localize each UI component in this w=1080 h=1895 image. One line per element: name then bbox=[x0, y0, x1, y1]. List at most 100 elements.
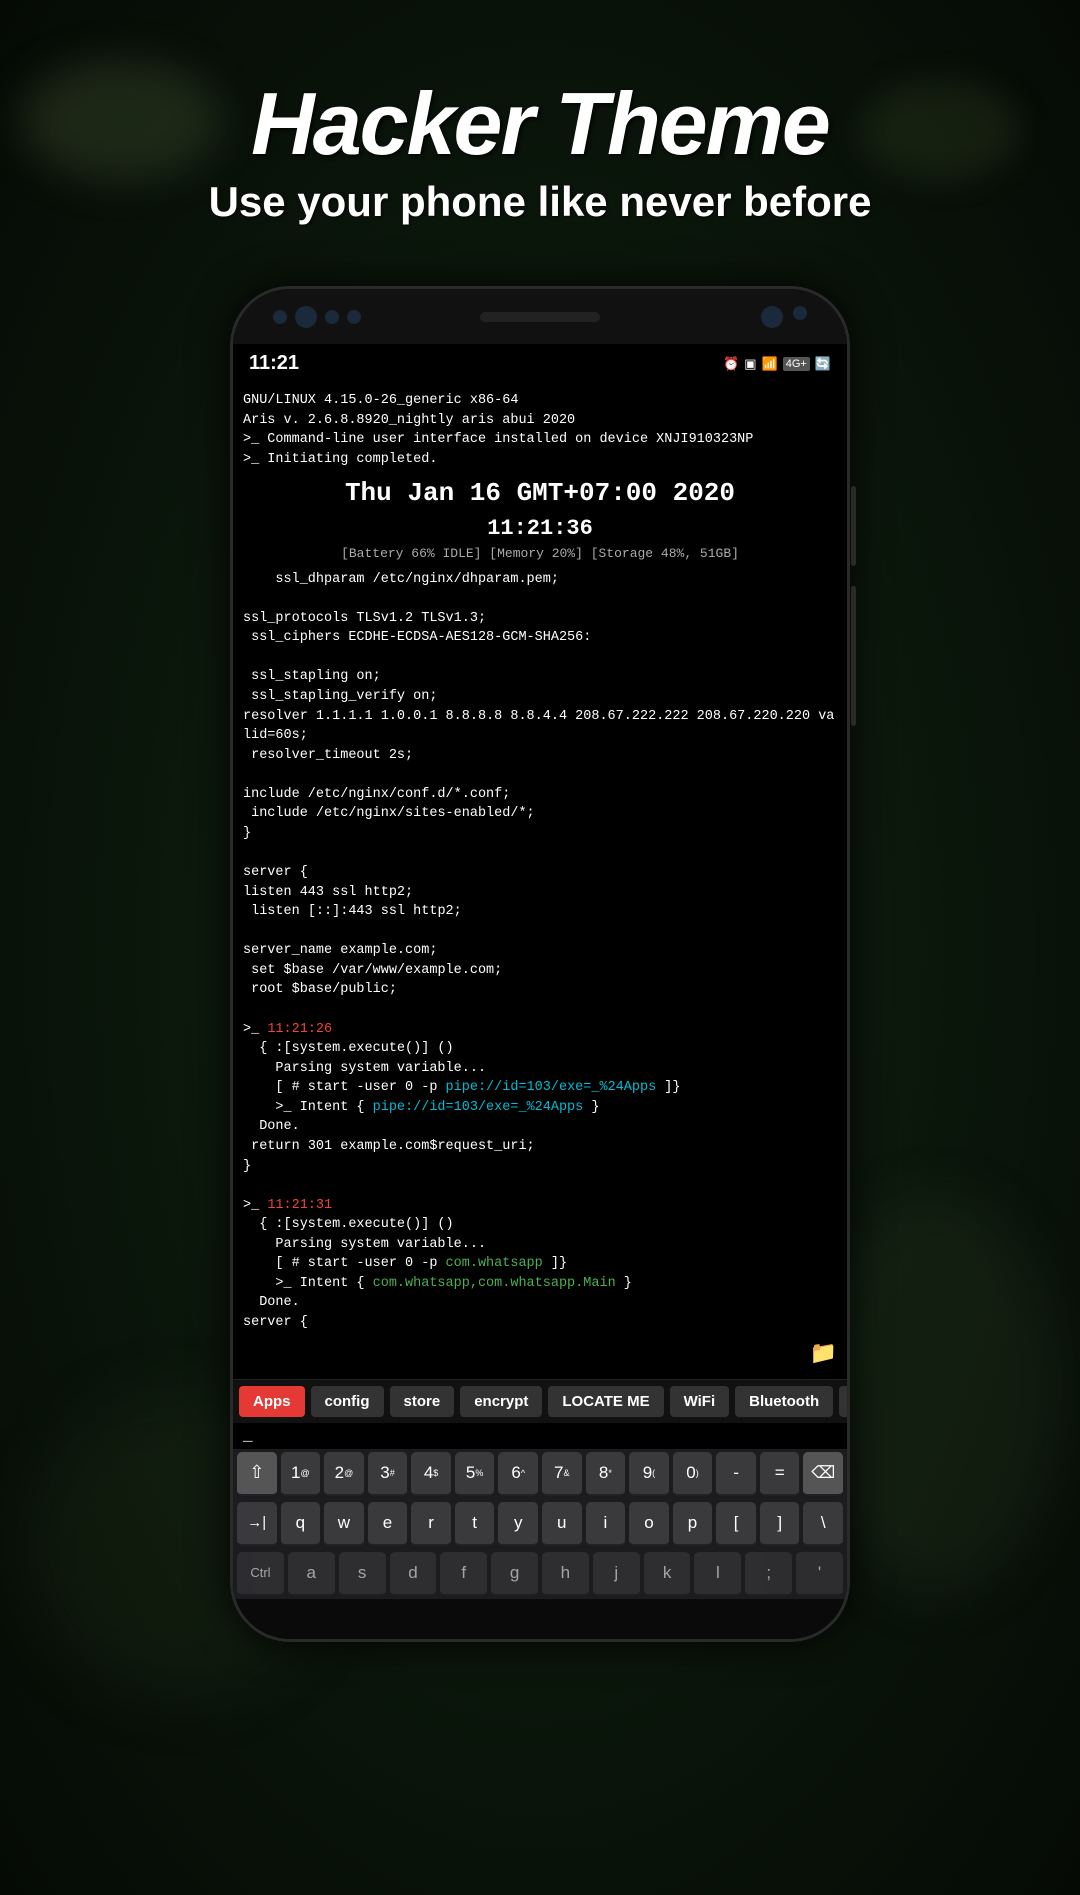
dot-3 bbox=[325, 310, 339, 324]
kb-row-numbers: ⇧ 1@ 2@ 3# 4$ 5% 6^ 7& 8* 9( 0) - = ⌫ bbox=[233, 1449, 847, 1499]
kb-g[interactable]: g bbox=[491, 1552, 538, 1596]
terminal-line-init: >_ Initiating completed. bbox=[243, 450, 837, 470]
ssl-dhparam: ssl_dhparam /etc/nginx/dhparam.pem; bbox=[243, 570, 837, 590]
kb-8[interactable]: 8* bbox=[586, 1452, 626, 1496]
kb-1[interactable]: 1@ bbox=[281, 1452, 321, 1496]
kb-f[interactable]: f bbox=[440, 1552, 487, 1596]
kb-6[interactable]: 6^ bbox=[498, 1452, 538, 1496]
tab-encrypt[interactable]: encrypt bbox=[460, 1386, 542, 1417]
datetime-info: [Battery 66% IDLE] [Memory 20%] [Storage… bbox=[243, 545, 837, 564]
kb-o[interactable]: o bbox=[629, 1502, 669, 1546]
dot-1 bbox=[273, 310, 287, 324]
tab-bluetooth[interactable]: Bluetooth bbox=[735, 1386, 833, 1417]
set-base: set $base /var/www/example.com; bbox=[243, 961, 837, 981]
tab-wifi[interactable]: WiFi bbox=[670, 1386, 730, 1417]
kb-u[interactable]: u bbox=[542, 1502, 582, 1546]
server-open: server { bbox=[243, 863, 837, 883]
kb-ctrl[interactable]: Ctrl bbox=[237, 1552, 284, 1596]
kb-y[interactable]: y bbox=[498, 1502, 538, 1546]
terminal-line-os: GNU/LINUX 4.15.0-26_generic x86-64 bbox=[243, 391, 837, 411]
tab-store[interactable]: store bbox=[390, 1386, 455, 1417]
network-icon: 4G+ bbox=[783, 357, 810, 371]
resolver-timeout: resolver_timeout 2s; bbox=[243, 746, 837, 766]
session1-done: Done. bbox=[243, 1117, 837, 1137]
blank1 bbox=[243, 589, 837, 609]
folder-icon[interactable]: 📁 bbox=[810, 1339, 837, 1371]
kb-k[interactable]: k bbox=[644, 1552, 691, 1596]
kb-j[interactable]: j bbox=[593, 1552, 640, 1596]
tab-tora[interactable]: tora bbox=[839, 1386, 847, 1417]
kb-r[interactable]: r bbox=[411, 1502, 451, 1546]
session1-return: return 301 example.com$request_uri; bbox=[243, 1137, 837, 1157]
ssl-protocols: ssl_protocols TLSv1.2 TLSv1.3; bbox=[243, 609, 837, 629]
kb-s[interactable]: s bbox=[339, 1552, 386, 1596]
kb-9[interactable]: 9( bbox=[629, 1452, 669, 1496]
kb-equals[interactable]: = bbox=[760, 1452, 800, 1496]
kb-2[interactable]: 2@ bbox=[324, 1452, 364, 1496]
tab-bar: Apps config store encrypt LOCATE ME WiFi… bbox=[233, 1379, 847, 1423]
kb-lbracket[interactable]: [ bbox=[716, 1502, 756, 1546]
kb-7[interactable]: 7& bbox=[542, 1452, 582, 1496]
kb-i[interactable]: i bbox=[586, 1502, 626, 1546]
blank3 bbox=[243, 765, 837, 785]
side-button-power[interactable] bbox=[851, 486, 856, 566]
kb-5[interactable]: 5% bbox=[455, 1452, 495, 1496]
kb-shift-key[interactable]: ⇧ bbox=[237, 1452, 277, 1496]
kb-e[interactable]: e bbox=[368, 1502, 408, 1546]
kb-h[interactable]: h bbox=[542, 1552, 589, 1596]
status-time: 11:21 bbox=[249, 352, 299, 375]
session1-prompt: >_ 11:21:26 bbox=[243, 1020, 837, 1040]
close-brace1: } bbox=[243, 824, 837, 844]
kb-4[interactable]: 4$ bbox=[411, 1452, 451, 1496]
keyboard-area: ⇧ 1@ 2@ 3# 4$ 5% 6^ 7& 8* 9( 0) - = ⌫ bbox=[233, 1449, 847, 1599]
status-bar: 11:21 ⏰ ▣ 📶 4G+ 🔄 bbox=[233, 344, 847, 383]
camera-dots bbox=[273, 306, 361, 328]
server-name: server_name example.com; bbox=[243, 941, 837, 961]
session1-start: [ # start -user 0 -p pipe://id=103/exe=_… bbox=[243, 1078, 837, 1098]
kb-p[interactable]: p bbox=[673, 1502, 713, 1546]
kb-q[interactable]: q bbox=[281, 1502, 321, 1546]
kb-l[interactable]: l bbox=[694, 1552, 741, 1596]
ssl-stapling: ssl_stapling on; bbox=[243, 667, 837, 687]
include-conf: include /etc/nginx/conf.d/*.conf; bbox=[243, 785, 837, 805]
kb-minus[interactable]: - bbox=[716, 1452, 756, 1496]
status-icons: ⏰ ▣ 📶 4G+ 🔄 bbox=[723, 356, 831, 372]
phone-top-bar bbox=[233, 289, 847, 344]
ssl-ciphers: ssl_ciphers ECDHE-ECDSA-AES128-GCM-SHA25… bbox=[243, 628, 837, 648]
kb-rbracket[interactable]: ] bbox=[760, 1502, 800, 1546]
kb-3[interactable]: 3# bbox=[368, 1452, 408, 1496]
refresh-icon: 🔄 bbox=[815, 356, 831, 372]
tab-locate[interactable]: LOCATE ME bbox=[548, 1386, 663, 1417]
blank7 bbox=[243, 1176, 837, 1196]
signal-icon: 📶 bbox=[762, 356, 778, 372]
kb-w[interactable]: w bbox=[324, 1502, 364, 1546]
session2-done: Done. bbox=[243, 1293, 837, 1313]
listen-443: listen 443 ssl http2; bbox=[243, 883, 837, 903]
kb-d[interactable]: d bbox=[390, 1552, 437, 1596]
terminal-line-cmd: >_ Command-line user interface installed… bbox=[243, 430, 837, 450]
kb-backslash[interactable]: \ bbox=[803, 1502, 843, 1546]
session1-parsing: Parsing system variable... bbox=[243, 1059, 837, 1079]
terminal-content[interactable]: GNU/LINUX 4.15.0-26_generic x86-64 Aris … bbox=[233, 383, 847, 1379]
session1-intent: >_ Intent { pipe://id=103/exe=_%24Apps } bbox=[243, 1098, 837, 1118]
subtitle: Use your phone like never before bbox=[60, 178, 1020, 226]
kb-a[interactable]: a bbox=[288, 1552, 335, 1596]
camera-right bbox=[761, 306, 807, 328]
kb-delete[interactable]: ⌫ bbox=[803, 1452, 843, 1496]
phone-screen: 11:21 ⏰ ▣ 📶 4G+ 🔄 GNU/LINUX 4.15.0-26_ge… bbox=[233, 344, 847, 1599]
kb-0[interactable]: 0) bbox=[673, 1452, 713, 1496]
kb-tab[interactable]: →| bbox=[237, 1502, 277, 1546]
blank4 bbox=[243, 844, 837, 864]
session2-exec: { :[system.execute()] () bbox=[243, 1215, 837, 1235]
kb-semi[interactable]: ; bbox=[745, 1552, 792, 1596]
tab-config[interactable]: config bbox=[311, 1386, 384, 1417]
kb-t[interactable]: t bbox=[455, 1502, 495, 1546]
datetime-time: 11:21:36 bbox=[243, 513, 837, 545]
session2-prompt: >_ 11:21:31 bbox=[243, 1196, 837, 1216]
side-button-volume[interactable] bbox=[851, 586, 856, 726]
blank2 bbox=[243, 648, 837, 668]
session1-close: } bbox=[243, 1157, 837, 1177]
session2-start: [ # start -user 0 -p com.whatsapp ]} bbox=[243, 1254, 837, 1274]
kb-quote[interactable]: ' bbox=[796, 1552, 843, 1596]
tab-apps[interactable]: Apps bbox=[239, 1386, 305, 1417]
